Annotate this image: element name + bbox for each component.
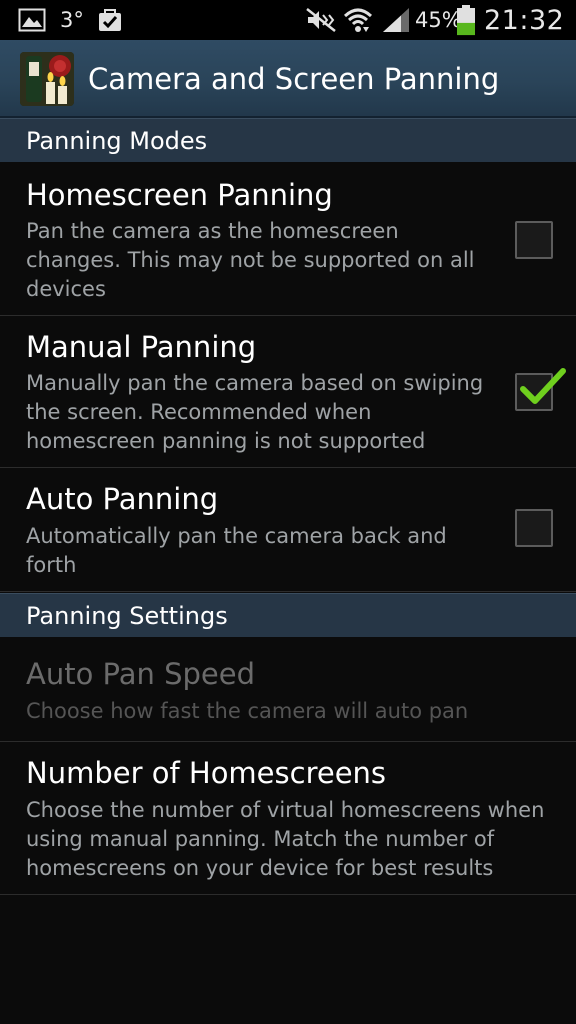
pref-manual-panning[interactable]: Manual Panning Manually pan the camera b… <box>0 316 576 468</box>
pref-title: Manual Panning <box>26 330 257 364</box>
pref-title: Auto Panning <box>26 482 219 516</box>
wifi-icon <box>343 0 373 40</box>
section-header-panning-modes: Panning Modes <box>0 118 576 162</box>
battery-percent: 45% <box>415 8 462 32</box>
checkmark-icon <box>520 368 566 404</box>
section-header-panning-settings: Panning Settings <box>0 593 576 637</box>
section-header-label: Panning Modes <box>26 127 208 155</box>
auto-panning-checkbox[interactable] <box>515 509 553 547</box>
page-title: Camera and Screen Panning <box>88 62 500 96</box>
pref-homescreen-panning[interactable]: Homescreen Panning Pan the camera as the… <box>0 162 576 316</box>
battery-icon <box>456 0 476 40</box>
clock-time: 21:32 <box>484 4 565 36</box>
pref-title: Auto Pan Speed <box>26 657 256 691</box>
homescreen-panning-checkbox[interactable] <box>515 221 553 259</box>
pref-summary: Manually pan the camera based on swiping… <box>26 371 484 453</box>
pref-auto-panning[interactable]: Auto Panning Automatically pan the camer… <box>0 468 576 592</box>
pref-summary: Pan the camera as the homescreen changes… <box>26 219 475 301</box>
pref-auto-pan-speed: Auto Pan Speed Choose how fast the camer… <box>0 637 576 742</box>
pref-title: Number of Homescreens <box>26 756 387 790</box>
mute-icon <box>305 0 337 40</box>
section-header-label: Panning Settings <box>26 602 228 630</box>
signal-icon <box>381 0 411 40</box>
manual-panning-checkbox[interactable] <box>515 368 566 411</box>
pref-summary: Choose how fast the camera will auto pan <box>26 699 469 723</box>
screen: 3° 45% 21:32 Camera and Screen Panning P… <box>0 0 576 1024</box>
status-bar: 3° 45% 21:32 <box>0 0 576 40</box>
pref-number-of-homescreens[interactable]: Number of Homescreens Choose the number … <box>0 742 576 895</box>
app-icon[interactable] <box>20 52 74 106</box>
gallery-icon <box>18 0 46 40</box>
temperature-text: 3° <box>60 8 84 32</box>
checked-bag-icon <box>97 0 123 40</box>
pref-title: Homescreen Panning <box>26 178 333 212</box>
action-bar: Camera and Screen Panning <box>0 40 576 118</box>
pref-summary: Automatically pan the camera back and fo… <box>26 524 447 577</box>
pref-summary: Choose the number of virtual homescreens… <box>26 798 545 880</box>
